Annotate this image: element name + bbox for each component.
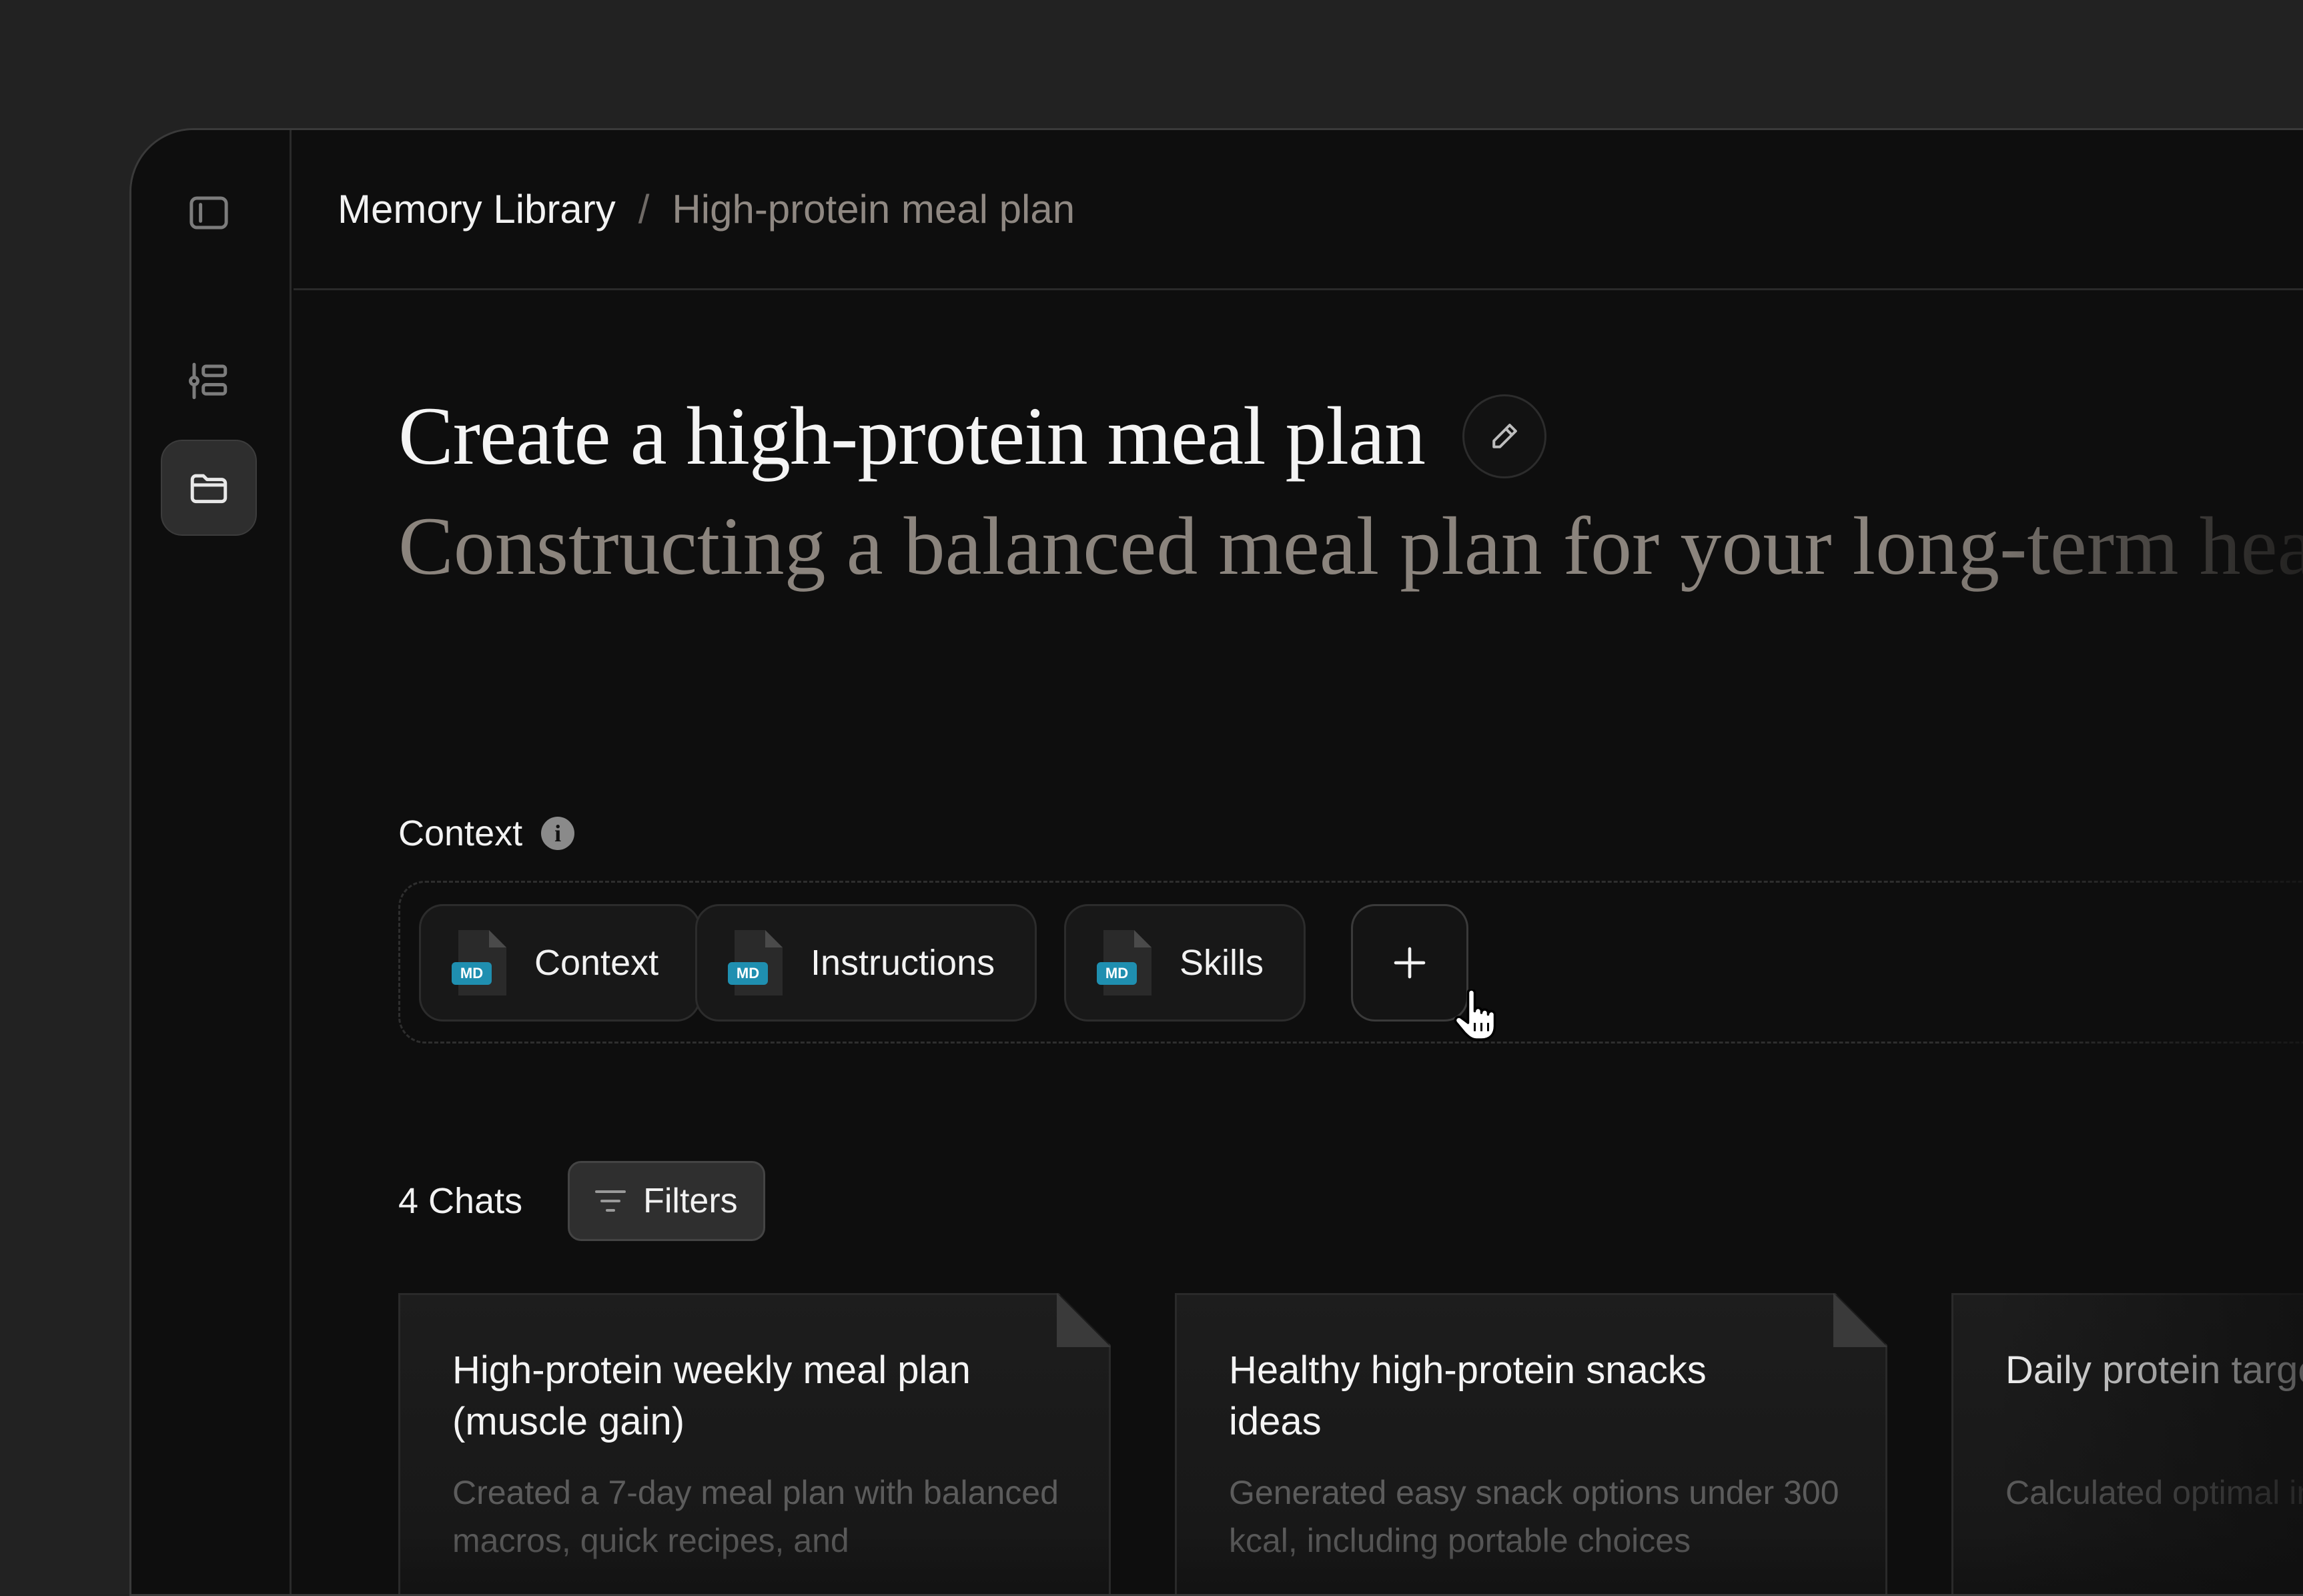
plus-icon <box>1394 947 1426 979</box>
info-icon[interactable]: i <box>541 817 575 850</box>
markdown-file-icon: MD <box>1097 930 1152 995</box>
add-context-button[interactable] <box>1351 904 1468 1022</box>
sidebar-toggle-icon <box>189 196 228 230</box>
page-title: Create a high-protein meal plan <box>398 390 1426 482</box>
sidebar-item-tasks[interactable] <box>161 333 257 429</box>
edit-title-button[interactable] <box>1462 394 1547 478</box>
chat-card-title: High-protein weekly meal plan (muscle ga… <box>452 1348 971 1443</box>
chats-count: 4 Chats <box>398 1181 523 1221</box>
file-chip-label: Instructions <box>811 943 995 983</box>
sidebar-toggle-button[interactable] <box>161 165 257 261</box>
hand-pointer-cursor-icon <box>1454 989 1496 1041</box>
chats-toolbar: 4 Chats Filters <box>398 1161 765 1241</box>
filters-button[interactable]: Filters <box>568 1161 765 1241</box>
chat-card-description: Calculated optimal intake based on <box>2005 1474 2303 1511</box>
filter-icon <box>595 1190 626 1212</box>
markdown-file-icon: MD <box>728 930 783 995</box>
context-dropzone[interactable]: MD Context MD Instructions MD Skills <box>398 881 2303 1044</box>
chat-card[interactable]: Daily protein target calculator Calculat… <box>1951 1293 2303 1594</box>
instructions-file-chip[interactable]: MD Instructions <box>695 904 1037 1022</box>
chat-card-title: Healthy high-protein snacks ideas <box>1229 1348 1707 1443</box>
breadcrumb-separator: / <box>638 187 650 232</box>
chat-card-title: Daily protein target calculator <box>2005 1348 2303 1392</box>
context-file-chip[interactable]: MD Context <box>419 904 701 1022</box>
file-chip-label: Skills <box>1180 943 1264 983</box>
chat-card[interactable]: Healthy high-protein snacks ideas Genera… <box>1175 1293 1887 1594</box>
file-chip-label: Context <box>534 943 659 983</box>
breadcrumb: Memory Library / High-protein meal plan <box>294 130 2303 290</box>
skills-file-chip[interactable]: MD Skills <box>1064 904 1306 1022</box>
folder-icon <box>190 474 227 504</box>
page-fold-icon <box>1057 1293 1111 1347</box>
filters-label: Filters <box>643 1182 738 1220</box>
context-label: Context <box>398 813 523 853</box>
title-row: Create a high-protein meal plan <box>398 389 1547 484</box>
breadcrumb-root-link[interactable]: Memory Library <box>338 186 616 232</box>
markdown-file-icon: MD <box>452 930 506 995</box>
page-subtitle: Constructing a balanced meal plan for yo… <box>398 499 2303 594</box>
sidebar-item-memory-library[interactable] <box>161 440 257 536</box>
context-header: Context i <box>398 813 575 854</box>
pencil-icon <box>1492 424 1517 448</box>
page-fold-icon <box>1833 1293 1887 1347</box>
breadcrumb-current: High-protein meal plan <box>672 187 1075 232</box>
app-window: Memory Library / High-protein meal plan … <box>129 128 2303 1596</box>
tasks-list-icon <box>189 362 227 400</box>
sidebar <box>131 130 292 1594</box>
chat-card[interactable]: High-protein weekly meal plan (muscle ga… <box>398 1293 1111 1594</box>
main-content: Create a high-protein meal plan Construc… <box>294 292 2303 1594</box>
